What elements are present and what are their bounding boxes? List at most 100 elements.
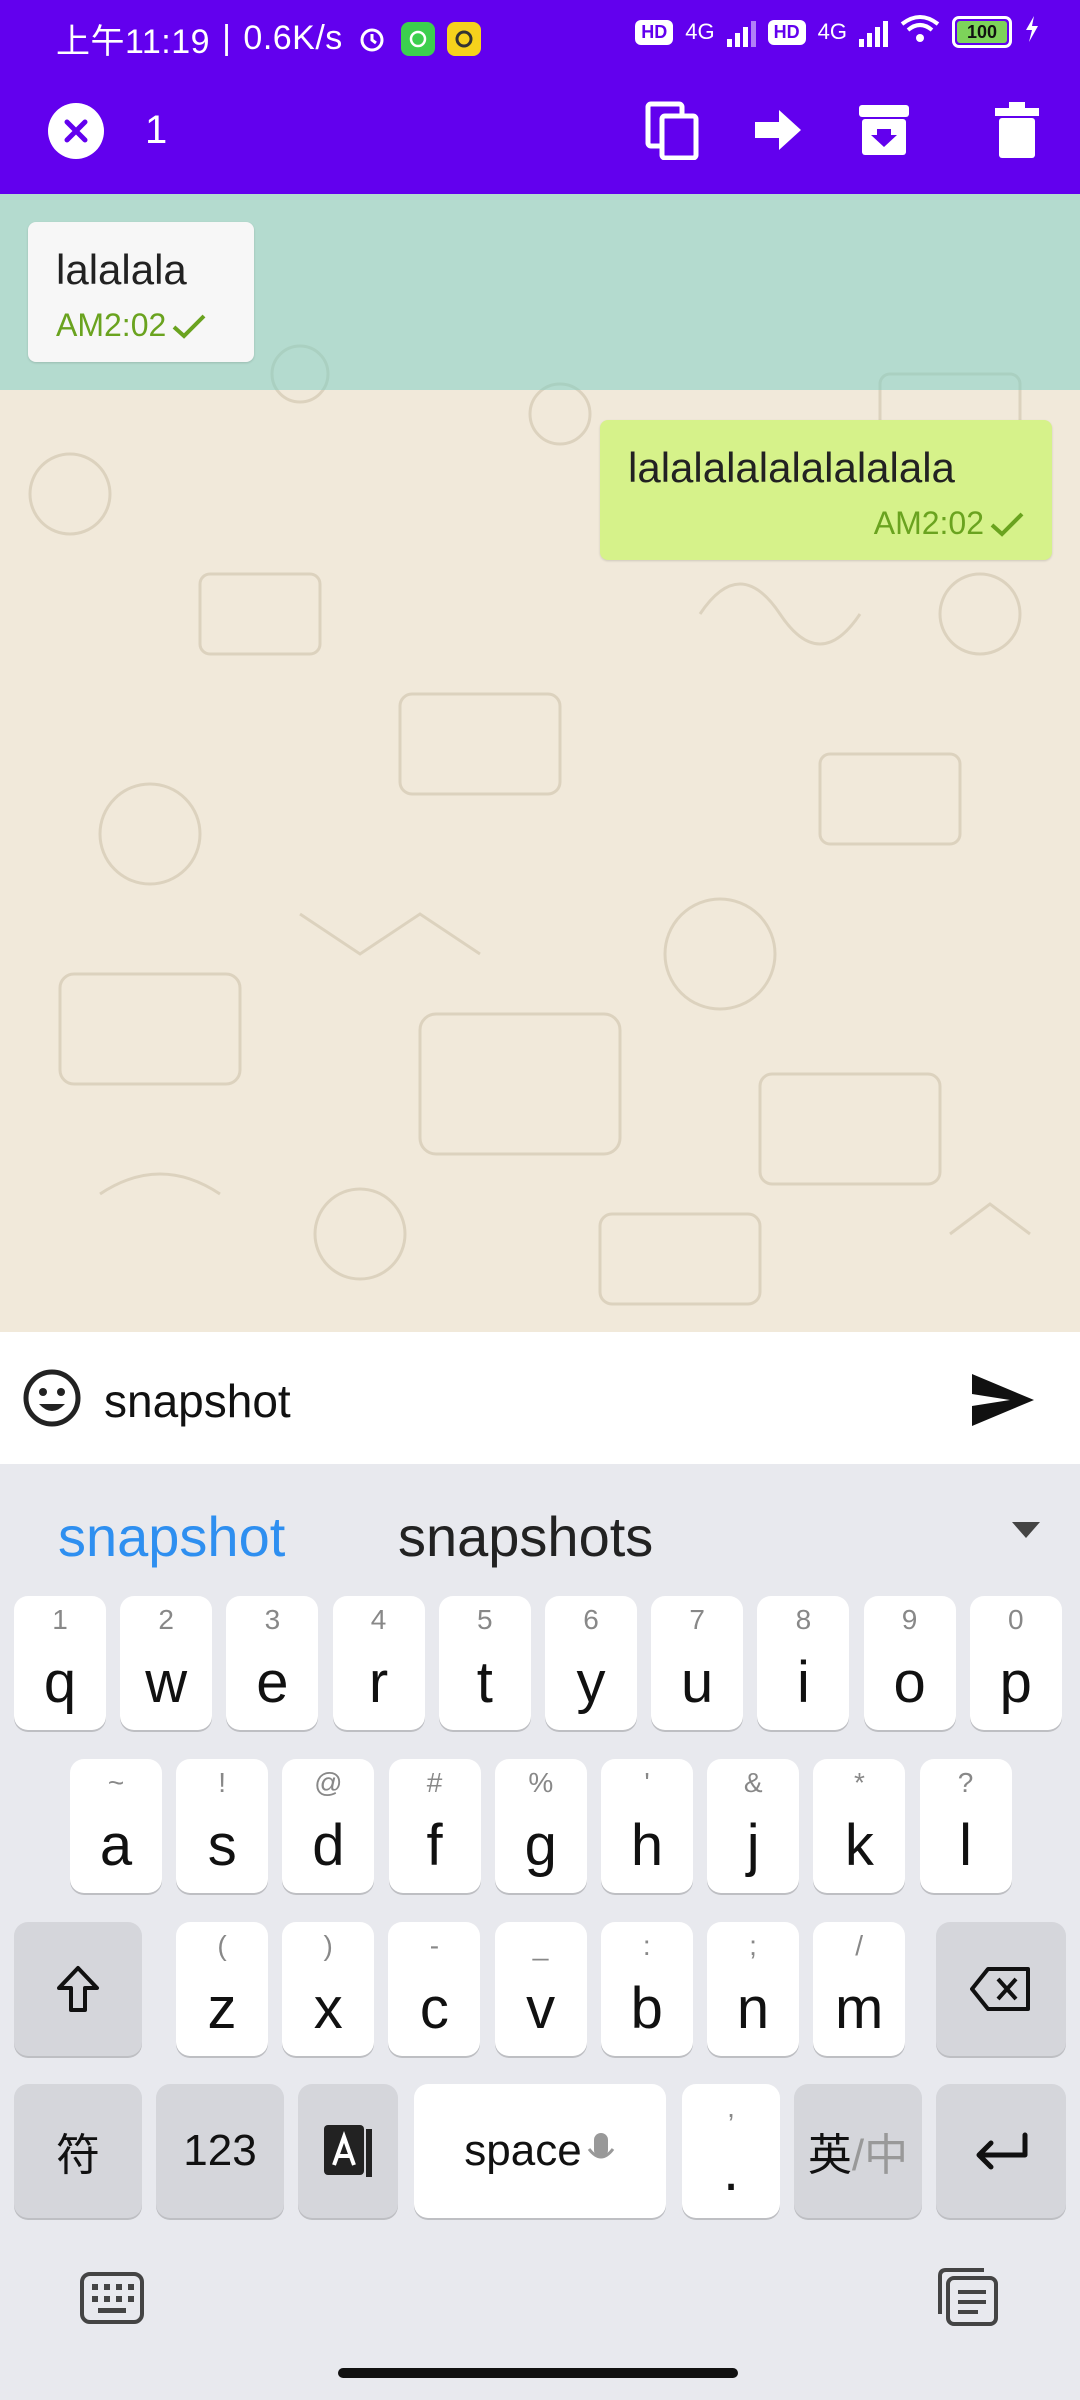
key-p[interactable]: 0p [969,1596,1062,1730]
message-input[interactable]: snapshot [104,1374,291,1428]
key-label: c [419,1976,449,2041]
key-hint: ? [957,1767,974,1798]
outgoing-message[interactable]: lalalalalalalalalala AM2:02 [600,420,1052,560]
trash-icon [995,102,1039,158]
battery-level: 100 [966,21,998,42]
key-label: w [145,1650,188,1715]
message-time: AM2:02 [873,505,984,541]
input-mode-key[interactable] [298,2084,398,2218]
chat-area[interactable]: lalalala AM2:02 lalalalalalalalalala AM2… [0,194,1080,1332]
selection-action-bar: 1 [0,68,1080,194]
key-n[interactable]: ; n [707,1922,799,2056]
key-label: z [207,1976,237,2041]
numbers-key-label: 123 [183,2126,257,2175]
key-s[interactable]: ! s [176,1759,269,1893]
period-key-hint: , [727,2092,735,2123]
font-a-icon [324,2125,372,2177]
keyboard-switch-button[interactable] [78,2270,146,2326]
key-hint: @ [314,1767,343,1798]
numbers-key[interactable]: 123 [156,2084,284,2218]
backspace-key[interactable] [936,1922,1066,2056]
key-label: f [426,1813,443,1878]
key-hint: % [528,1767,554,1798]
charging-icon [1024,16,1040,48]
suggestion-primary[interactable]: snapshot [58,1504,285,1569]
key-label: v [526,1976,556,2041]
key-j[interactable]: & j [707,1759,800,1893]
key-label: n [736,1976,770,2041]
key-g[interactable]: % g [494,1759,587,1893]
hd-badge: HD [635,19,674,45]
key-label: r [368,1650,389,1715]
key-u[interactable]: 7u [651,1596,744,1730]
key-hint: 0 [1008,1604,1024,1635]
key-m[interactable]: / m [813,1922,906,2056]
network-type-2: 4G [817,19,847,44]
send-icon[interactable] [970,1372,1036,1428]
key-c[interactable]: -c [388,1922,481,2056]
key-f[interactable]: # f [388,1759,481,1893]
key-x[interactable]: ) x [282,1922,375,2056]
message-time: AM2:02 [56,307,167,343]
key-q[interactable]: 1q [14,1596,106,1730]
key-t[interactable]: 5t [438,1596,531,1730]
key-l[interactable]: ? l [919,1759,1012,1893]
copy-icon [645,101,699,160]
key-label: j [746,1813,760,1878]
key-v[interactable]: _ v [494,1922,587,2056]
expand-suggestions-icon[interactable] [1012,1522,1040,1538]
key-y[interactable]: 6y [545,1596,637,1730]
key-label: l [959,1813,973,1878]
key-label: i [796,1650,810,1715]
key-z[interactable]: (z [176,1922,268,2056]
key-h[interactable]: ' h [601,1759,693,1893]
home-indicator[interactable] [338,2368,738,2378]
key-label: k [844,1813,874,1878]
key-i[interactable]: 8i [757,1596,850,1730]
signal-icon-2 [859,17,888,47]
app-notification-icon [400,21,435,56]
app-notification-icon-2 [446,21,481,56]
key-label: y [576,1650,606,1715]
shift-arrow-icon [57,1966,99,2012]
selected-count: 1 [145,108,168,152]
key-label: g [524,1813,557,1878]
clipboard-button[interactable] [934,2266,1000,2328]
key-d[interactable]: @ d [282,1759,375,1893]
symbols-key[interactable]: 符 [14,2084,142,2218]
close-selection-button[interactable] [48,103,104,159]
incoming-message[interactable]: lalalala AM2:02 [28,222,254,362]
emoji-icon[interactable] [22,1368,82,1428]
key-hint: 8 [795,1604,812,1635]
key-label: b [630,1976,663,2041]
key-a[interactable]: ~ a [70,1759,162,1893]
shift-key[interactable] [14,1922,142,2056]
suggestion-secondary[interactable]: snapshots [398,1504,653,1569]
key-hint: * [853,1767,865,1798]
key-label: s [207,1813,237,1878]
key-label: m [835,1976,884,2041]
message-text: lalalala [56,246,187,293]
language-primary: 英 [807,2131,852,2180]
space-key[interactable]: space [414,2084,666,2218]
network-type-1: 4G [685,19,715,44]
key-label: d [312,1813,345,1878]
key-e[interactable]: 3e [226,1596,319,1730]
key-b[interactable]: :b [600,1922,693,2056]
enter-key[interactable] [936,2084,1066,2218]
key-r[interactable]: 4r [332,1596,425,1730]
period-key[interactable]: , . [682,2084,780,2218]
archive-button[interactable] [852,98,916,162]
key-label: o [893,1650,926,1715]
language-switch-key[interactable]: 英/中 [794,2084,922,2218]
copy-button[interactable] [640,98,704,162]
enter-icon [976,2132,1028,2170]
delete-button[interactable] [985,98,1049,162]
signal-icon [726,17,756,47]
status-time: 上午11:19 [56,23,211,61]
forward-button[interactable] [746,98,810,162]
key-o[interactable]: 9o [863,1596,956,1730]
key-hint: / [855,1930,864,1961]
key-w[interactable]: 2w [120,1596,213,1730]
key-k[interactable]: * k [813,1759,906,1893]
